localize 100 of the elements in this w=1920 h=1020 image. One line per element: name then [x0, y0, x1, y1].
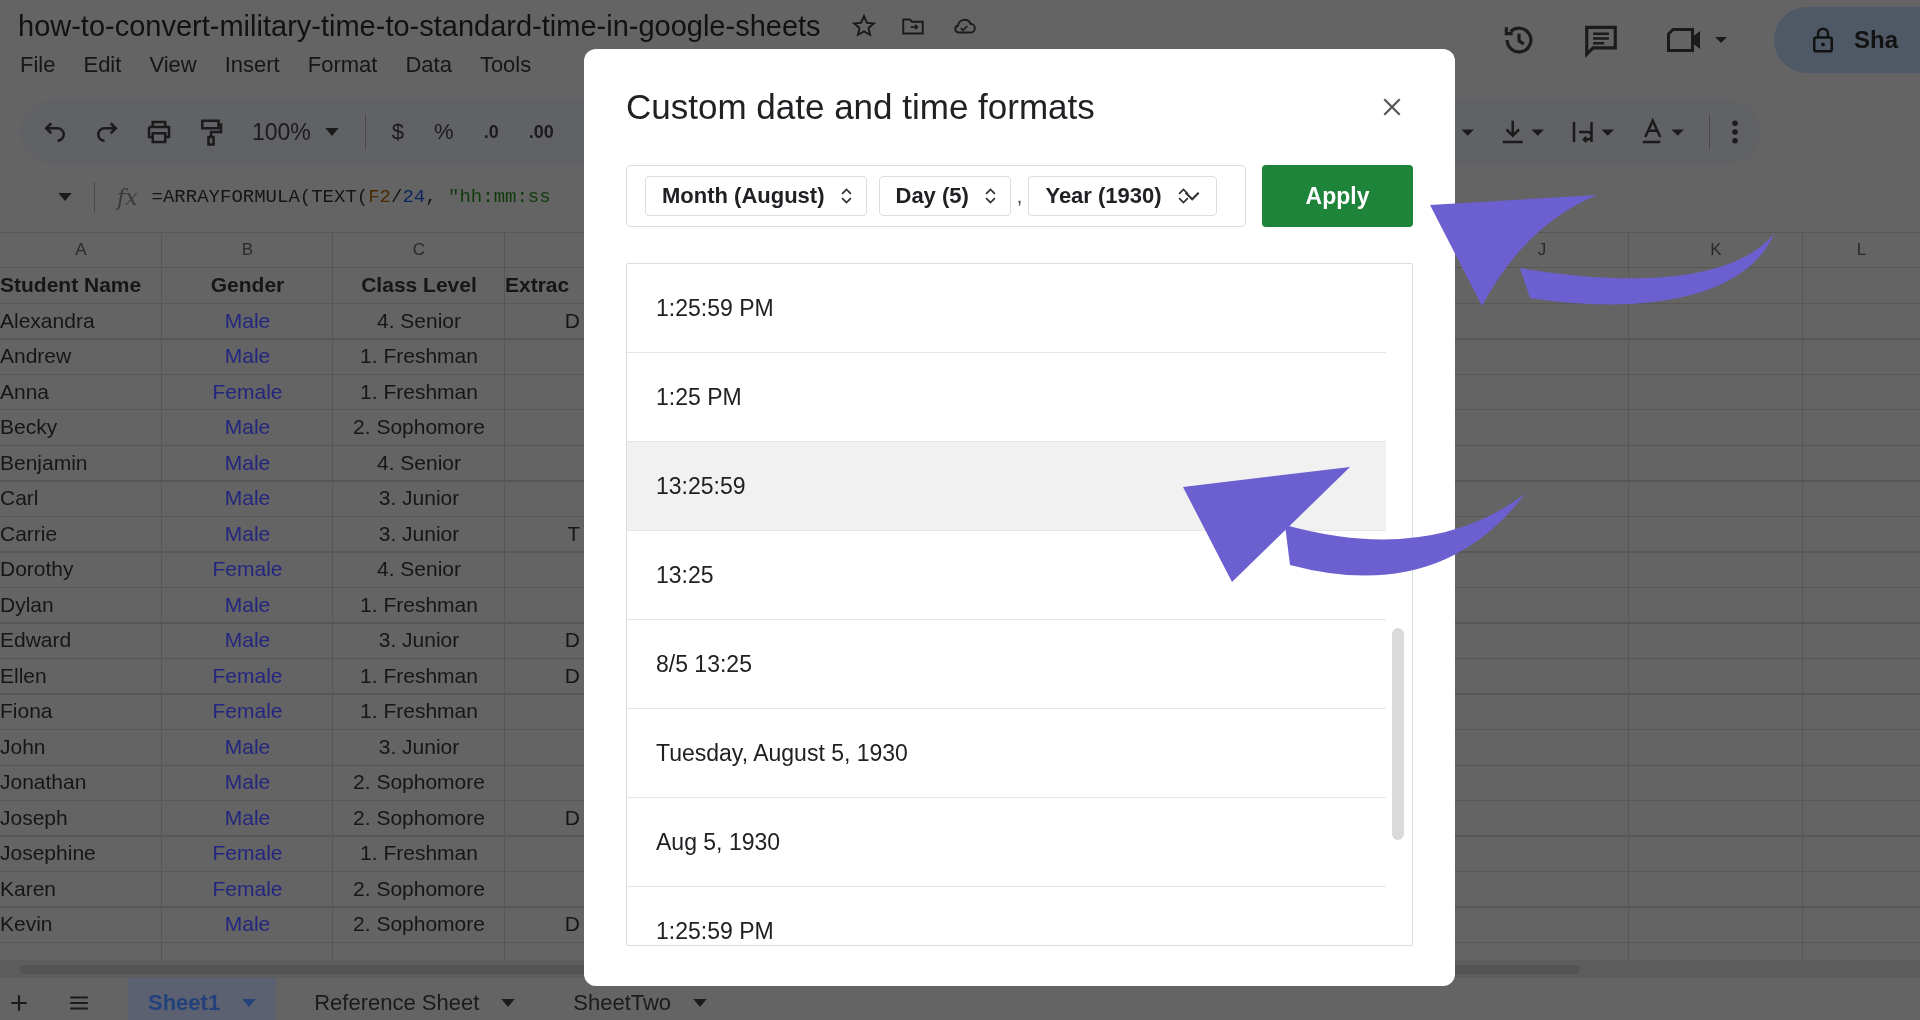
caret-icon: [501, 999, 516, 1007]
table-cell-text: Fiona: [0, 698, 54, 725]
column-header[interactable]: J: [1537, 239, 1547, 260]
column-header[interactable]: C: [412, 239, 426, 260]
table-cell-text: Andrew: [0, 343, 73, 370]
table-cell-text: 4. Senior: [375, 556, 463, 583]
format-option[interactable]: Tuesday, August 5, 1930: [627, 709, 1386, 798]
caret-icon: [242, 999, 257, 1007]
table-cell-text: 1. Freshman: [359, 591, 479, 618]
table-cell-text: Ellen: [0, 662, 48, 689]
table-cell-text: Male: [223, 414, 272, 441]
table-cell-text: 4. Senior: [375, 449, 463, 476]
table-cell-text: Female: [211, 378, 284, 405]
format-option[interactable]: 1:25:59 PM: [627, 264, 1386, 353]
column-header[interactable]: A: [75, 239, 87, 260]
menu-item[interactable]: Format: [307, 52, 378, 78]
share-button[interactable]: Sha: [1774, 7, 1920, 73]
zoom-dropdown[interactable]: 100%: [248, 118, 343, 146]
table-cell-text: Dylan: [0, 591, 55, 618]
table-cell: D: [564, 628, 580, 653]
header-cell-text: Student Name: [0, 272, 143, 299]
format-option[interactable]: 1:25:59 PM: [627, 887, 1386, 945]
table-cell-text: Male: [223, 769, 272, 796]
table-cell-text: Male: [223, 343, 272, 370]
format-option[interactable]: 13:25:59: [627, 442, 1386, 531]
table-cell-text: Benjamin: [0, 449, 89, 476]
table-cell-text: 4. Senior: [375, 307, 463, 334]
add-sheet-icon[interactable]: [8, 992, 30, 1014]
updown-icon: [984, 187, 996, 205]
table-cell-text: John: [0, 733, 47, 760]
header-cell-text: Class Level: [360, 272, 478, 299]
table-cell-text: 1. Freshman: [359, 343, 479, 370]
percent-button[interactable]: %: [430, 119, 458, 145]
currency-button[interactable]: $: [387, 119, 409, 145]
table-cell-text: 2. Sophomore: [352, 769, 486, 796]
formula-text[interactable]: =ARRAYFORMULA(TEXT(F2/24, "hh:mm:ss: [151, 186, 551, 208]
menu-item[interactable]: Data: [405, 52, 452, 78]
sheet-tab[interactable]: Sheet1: [128, 978, 277, 1020]
scrollbar-thumb[interactable]: [1392, 628, 1404, 840]
sheet-tab[interactable]: SheetTwo: [553, 978, 728, 1020]
header-cell-text: Gender: [209, 272, 286, 299]
format-chip[interactable]: Year (1930): [1028, 176, 1217, 216]
table-cell-text: Male: [223, 733, 272, 760]
table-cell-text: 1. Freshman: [359, 662, 479, 689]
caret-icon: [693, 999, 708, 1007]
column-header[interactable]: B: [241, 239, 254, 260]
decrease-decimal-button[interactable]: .0: [479, 121, 503, 143]
table-cell-text: Edward: [0, 627, 73, 654]
table-cell-text: 1. Freshman: [359, 378, 479, 405]
table-cell-text: Female: [211, 662, 284, 689]
table-cell-text: Anna: [0, 378, 51, 405]
table-cell-text: 2. Sophomore: [352, 804, 486, 831]
table-cell-text: 3. Junior: [377, 520, 461, 547]
menu-item[interactable]: Tools: [479, 52, 532, 78]
table-cell-text: 1. Freshman: [359, 698, 479, 725]
menu-item[interactable]: File: [20, 52, 56, 78]
separator-text[interactable]: ,: [1016, 184, 1023, 208]
table-cell-text: Male: [223, 449, 272, 476]
table-cell-text: Male: [223, 804, 272, 831]
table-cell-text: 2. Sophomore: [352, 414, 486, 441]
menu-item[interactable]: Edit: [83, 52, 122, 78]
updown-icon: [840, 187, 852, 205]
name-box-caret-icon[interactable]: [58, 193, 72, 201]
table-cell-text: Male: [223, 307, 272, 334]
table-cell-text: Carrie: [0, 520, 59, 547]
caret-icon: [324, 128, 339, 136]
table-cell-text: 3. Junior: [377, 627, 461, 654]
table-cell-text: Karen: [0, 875, 58, 902]
table-cell-text: Female: [211, 556, 284, 583]
header-cell-text: Extrac: [505, 272, 571, 299]
format-chip[interactable]: Day (5): [878, 176, 1011, 216]
table-cell-text: Male: [223, 520, 272, 547]
column-header[interactable]: K: [1710, 239, 1722, 260]
column-header[interactable]: L: [1856, 239, 1867, 260]
table-cell: D: [564, 805, 580, 830]
table-cell-text: Dorothy: [0, 556, 75, 583]
table-cell-text: Male: [223, 485, 272, 512]
table-cell: D: [564, 912, 580, 937]
close-icon[interactable]: [1381, 96, 1403, 118]
increase-decimal-button[interactable]: .00: [524, 121, 558, 143]
format-option[interactable]: 8/5 13:25: [627, 620, 1386, 709]
document-title[interactable]: how-to-convert-military-time-to-standard-time-in-google-sheets: [18, 9, 821, 43]
table-cell-text: Male: [223, 911, 272, 938]
menu-item[interactable]: Insert: [224, 52, 280, 78]
table-cell-text: Joseph: [0, 804, 69, 831]
table-cell-text: 3. Junior: [377, 485, 461, 512]
table-cell-text: Female: [211, 840, 284, 867]
table-cell: D: [564, 663, 580, 688]
table-cell-text: 3. Junior: [377, 733, 461, 760]
table-cell-text: Female: [211, 698, 284, 725]
table-cell-text: Josephine: [0, 840, 97, 867]
menu-item[interactable]: View: [149, 52, 197, 78]
star-icon[interactable]: [850, 13, 877, 39]
apply-button[interactable]: Apply: [1262, 165, 1413, 227]
format-chip[interactable]: Month (August): [645, 176, 867, 216]
format-option[interactable]: Aug 5, 1930: [627, 798, 1386, 887]
table-cell-text: Male: [223, 627, 272, 654]
table-cell-text: Becky: [0, 414, 59, 441]
table-cell-text: 2. Sophomore: [352, 875, 486, 902]
sheet-tab[interactable]: Reference Sheet: [294, 978, 536, 1020]
